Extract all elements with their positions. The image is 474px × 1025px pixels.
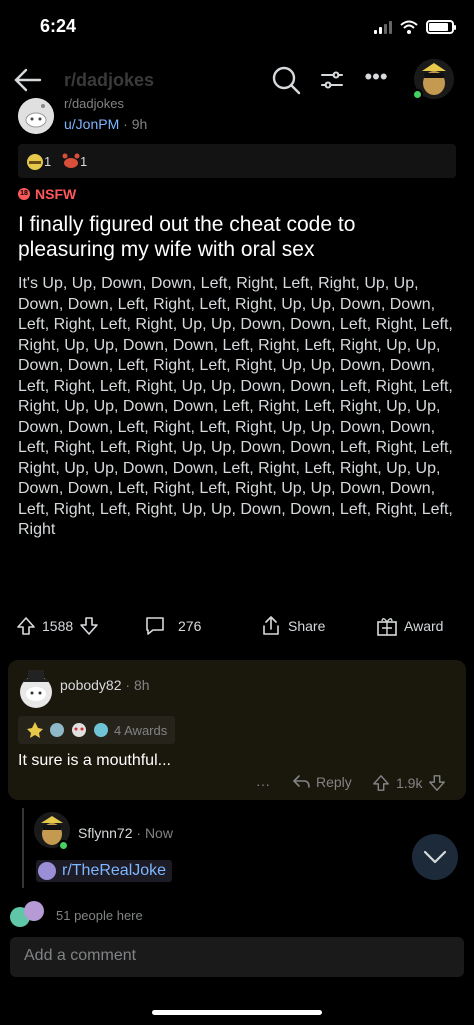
subreddit-link[interactable]: r/TheRealJoke	[36, 860, 173, 882]
award-count: 1	[44, 153, 52, 169]
people-here-label: 51 people here	[56, 907, 143, 923]
award-crab: 1	[62, 152, 87, 170]
comment-more-button[interactable]: ···	[256, 776, 270, 792]
post-age: 9h	[131, 116, 148, 132]
separator: ·	[125, 677, 134, 693]
comment-score: 1.9k	[396, 775, 423, 791]
nsfw-icon: 18	[18, 188, 30, 200]
post-score: 1588	[42, 618, 74, 634]
post-subreddit[interactable]: r/dadjokes	[64, 96, 124, 111]
search-icon[interactable]	[270, 64, 302, 96]
award-count: 1	[80, 153, 88, 169]
separator: ·	[123, 116, 132, 132]
people-here: 51 people here	[10, 900, 143, 930]
reply-comment: Sflynn72 · Now r/TheRealJoke	[22, 808, 472, 888]
separator: ·	[136, 825, 145, 841]
award-gold-icon	[27, 722, 43, 738]
sort-icon[interactable]	[318, 66, 346, 94]
comment-vote-group: 1.9k	[372, 774, 446, 792]
reply-label: Reply	[316, 774, 352, 790]
post-header: r/dadjokes u/JonPM · 9h	[18, 96, 458, 140]
award-silver-icon	[50, 723, 64, 737]
vote-group: 1588	[16, 616, 99, 636]
reply-author-avatar[interactable]	[34, 812, 70, 851]
comment-author[interactable]: pobody82	[60, 677, 122, 693]
wifi-icon	[400, 20, 418, 34]
post-author-line: u/JonPM · 9h	[64, 116, 147, 132]
award-crab-icon	[62, 153, 80, 168]
downvote-icon[interactable]	[428, 774, 446, 792]
downvote-icon[interactable]	[79, 616, 99, 636]
comment-awards-label: 4 Awards	[114, 722, 168, 738]
award-label: Award	[404, 618, 444, 634]
share-button[interactable]: Share	[260, 616, 325, 636]
snoo-icon	[20, 670, 52, 708]
nsfw-label: NSFW	[35, 186, 77, 202]
comment-awards[interactable]: 4 Awards	[18, 716, 176, 744]
status-time: 6:24	[40, 16, 77, 36]
comment-actions: ··· Reply 1.9k	[8, 772, 466, 798]
more-options-icon[interactable]: •••	[362, 66, 390, 94]
comment-text: It sure is a mouthful...	[18, 752, 171, 769]
comment-author-avatar[interactable]	[18, 668, 54, 708]
add-comment-input[interactable]: Add a comment	[10, 937, 464, 977]
comment-card: pobody82 · 8h 4 Awards It sure is a mout…	[8, 660, 466, 800]
post-author[interactable]: u/JonPM	[64, 116, 119, 132]
signal-icon	[374, 20, 392, 34]
reply-author-line: Sflynn72 · Now	[78, 825, 173, 841]
comment-age: 8h	[133, 677, 150, 693]
share-icon	[263, 616, 279, 635]
post-body: It's Up, Up, Down, Down, Left, Right, Le…	[18, 275, 453, 538]
battery-icon	[426, 20, 456, 34]
award-helmet: 1	[26, 152, 51, 170]
upvote-icon[interactable]	[372, 774, 390, 792]
user-avatar[interactable]	[412, 59, 454, 100]
post-author-avatar[interactable]	[18, 98, 54, 134]
comment-count: 276	[178, 618, 202, 634]
people-avatars	[10, 901, 46, 929]
share-label: Share	[288, 618, 326, 634]
post-awards[interactable]: 1 1	[18, 144, 456, 178]
status-bar: 6:24	[0, 0, 474, 56]
post-actions: 1588 276 Share Award	[0, 610, 474, 644]
post-title: I finally figured out the cheat code to …	[18, 213, 356, 261]
scroll-down-button[interactable]	[412, 834, 458, 880]
subreddit-link-text: r/TheRealJoke	[62, 862, 167, 879]
nav-subreddit-title[interactable]: r/dadjokes	[64, 70, 154, 91]
reply-age: Now	[144, 825, 173, 841]
award-button[interactable]: Award	[376, 616, 443, 636]
subreddit-icon	[38, 862, 56, 880]
reply-author[interactable]: Sflynn72	[78, 825, 132, 841]
award-face-icon	[72, 723, 86, 737]
comments-button[interactable]: 276	[144, 616, 201, 636]
back-arrow-icon[interactable]	[10, 62, 46, 98]
comment-author-line: pobody82 · 8h	[60, 677, 150, 693]
gift-icon	[377, 618, 397, 636]
online-status-dot	[58, 840, 69, 851]
nsfw-tag: 18 NSFW	[18, 186, 76, 202]
home-indicator	[152, 1010, 322, 1015]
award-wholesome-icon	[94, 723, 108, 737]
comment-icon	[146, 617, 164, 635]
chevron-down-icon	[423, 850, 447, 864]
reply-button[interactable]: Reply	[292, 774, 352, 790]
snoo-icon	[18, 98, 54, 134]
award-helmet-icon	[27, 154, 43, 170]
status-icons	[374, 20, 456, 34]
reply-icon	[292, 775, 310, 788]
upvote-icon[interactable]	[16, 616, 36, 636]
